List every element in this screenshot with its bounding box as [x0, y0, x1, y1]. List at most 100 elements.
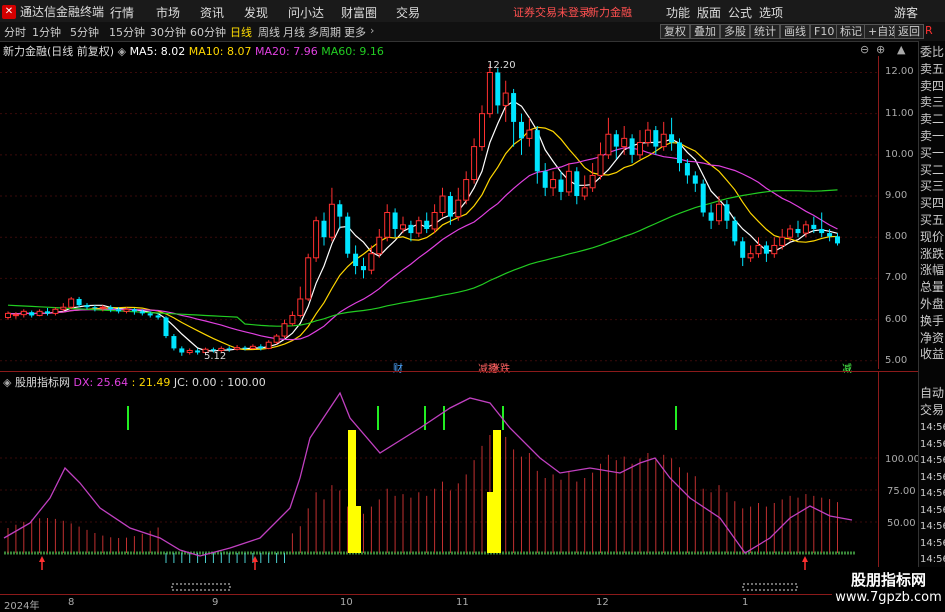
candle-body-down	[684, 163, 690, 176]
candle-body-up	[281, 323, 288, 337]
event-tag-zhangdie[interactable]: 涨跌	[490, 360, 510, 375]
candle-body-down	[763, 245, 769, 254]
tongji-button[interactable]: 统计	[750, 24, 780, 39]
candle-body-down	[495, 72, 501, 106]
candle-body-down	[163, 317, 169, 337]
menu-zixun[interactable]: 资讯	[200, 4, 224, 21]
dx-line	[3, 391, 853, 557]
candle-body-up	[376, 236, 383, 255]
period-30min[interactable]: 30分钟	[150, 24, 186, 40]
quote-field-label: 现价	[920, 229, 945, 244]
buy-arrow-icon	[802, 556, 808, 562]
candle-body-down	[171, 336, 177, 349]
candle-body-up	[186, 349, 193, 354]
candle-body-down	[147, 313, 153, 316]
candle-body-down	[629, 138, 635, 155]
period-15min[interactable]: 15分钟	[109, 24, 145, 40]
candle-body-down	[226, 348, 232, 350]
menu-jiaoyi[interactable]: 交易	[396, 4, 420, 21]
event-tag-jian[interactable]: 减	[842, 360, 852, 375]
candle-body-down	[258, 346, 264, 349]
candle-body-up	[605, 133, 612, 156]
candle-body-down	[139, 311, 145, 314]
candle-body-down	[84, 305, 90, 308]
ma60-line	[7, 189, 838, 327]
indicator-chart[interactable]	[0, 388, 878, 594]
quote-lower-label[interactable]: 自动	[920, 385, 945, 402]
yellow-signal-bar	[348, 430, 356, 553]
candle-body-up	[479, 113, 485, 148]
candle-body-down	[534, 130, 540, 172]
date-aug: 8	[68, 597, 75, 608]
quote-lower-label[interactable]: 交易	[920, 402, 945, 419]
menu-faxian[interactable]: 发现	[244, 4, 268, 21]
more-chevron-icon[interactable]: ›	[370, 24, 374, 37]
period-daily[interactable]: 日线	[230, 24, 252, 40]
yellow-signal-bar	[493, 430, 501, 553]
huaxian-button[interactable]: 画线	[780, 24, 810, 39]
menu-wenxiaoda[interactable]: 问小达	[288, 4, 324, 21]
candle-body-up	[463, 179, 470, 201]
back-button[interactable]: 返回	[894, 24, 924, 39]
candle-body-up	[716, 203, 722, 222]
menu-gongshi[interactable]: 公式	[728, 4, 752, 21]
period-more[interactable]: 更多	[344, 24, 366, 40]
price-axis-label: 7.00	[885, 272, 908, 284]
candle-body-up	[249, 345, 256, 349]
f10-button[interactable]: F10	[810, 24, 839, 39]
candle-body-up	[747, 253, 754, 259]
period-multi[interactable]: 多周期	[308, 24, 341, 40]
collapse-icon[interactable]: ▲	[897, 43, 905, 56]
candle-body-up	[123, 308, 130, 312]
date-jan: 1	[742, 597, 749, 608]
candle-body-up	[787, 228, 794, 238]
candle-body-up	[637, 141, 643, 156]
menu-gongneng[interactable]: 功能	[666, 4, 690, 21]
quote-field-label: 卖一	[920, 129, 945, 143]
candlestick-chart[interactable]	[0, 56, 918, 369]
zoom-in-icon[interactable]: ⊕	[876, 43, 885, 56]
menu-caifuquan[interactable]: 财富圈	[341, 4, 377, 21]
menu-xuanxiang[interactable]: 选项	[759, 4, 783, 21]
candle-body-down	[700, 183, 706, 213]
period-weekly[interactable]: 周线	[258, 24, 280, 40]
candle-body-down	[353, 253, 359, 267]
candle-body-up	[305, 257, 312, 300]
high-price-annotation: 12.20	[487, 60, 516, 71]
event-tag-cai[interactable]: 财	[393, 360, 403, 375]
candle-body-up	[415, 220, 422, 234]
candle-body-down	[76, 298, 82, 306]
menu-shichang[interactable]: 市场	[156, 4, 180, 21]
quote-field-label: 买三	[920, 179, 945, 194]
watermark: 股朋指标网 www.7gpzb.com	[832, 567, 945, 609]
candle-body-up	[431, 212, 438, 230]
date-nov: 11	[456, 597, 469, 608]
biaoji-button[interactable]: 标记	[836, 24, 866, 39]
period-60min[interactable]: 60分钟	[190, 24, 226, 40]
fuquan-button[interactable]: 复权	[660, 24, 690, 39]
period-monthly[interactable]: 月线	[283, 24, 305, 40]
login-notice[interactable]: 证券交易未登录	[513, 4, 590, 20]
duogu-button[interactable]: 多股	[720, 24, 750, 39]
period-1min[interactable]: 1分钟	[32, 24, 61, 40]
menu-banmian[interactable]: 版面	[697, 4, 721, 21]
price-axis-label: 9.00	[885, 190, 908, 202]
period-fenshi[interactable]: 分时	[4, 24, 26, 40]
trade-time-label: 14:56	[920, 521, 945, 532]
zoom-out-icon[interactable]: ⊖	[860, 43, 869, 56]
candle-body-up	[802, 224, 809, 234]
signal-block	[742, 583, 798, 591]
yellow-signal-bar	[487, 492, 493, 553]
candle-body-up	[471, 146, 478, 181]
candle-body-up	[771, 244, 778, 255]
candle-body-down	[740, 241, 746, 258]
diejia-button[interactable]: 叠加	[690, 24, 720, 39]
quote-field-label: 买二	[920, 162, 945, 177]
r-icon[interactable]: R	[925, 24, 933, 37]
candle-body-down	[447, 196, 453, 217]
candle-body-up	[644, 129, 651, 143]
app-title: ✕ 通达信金融终端	[2, 3, 104, 20]
guest-label[interactable]: 游客	[894, 4, 918, 21]
period-5min[interactable]: 5分钟	[70, 24, 99, 40]
menu-hangqing[interactable]: 行情	[110, 4, 134, 21]
